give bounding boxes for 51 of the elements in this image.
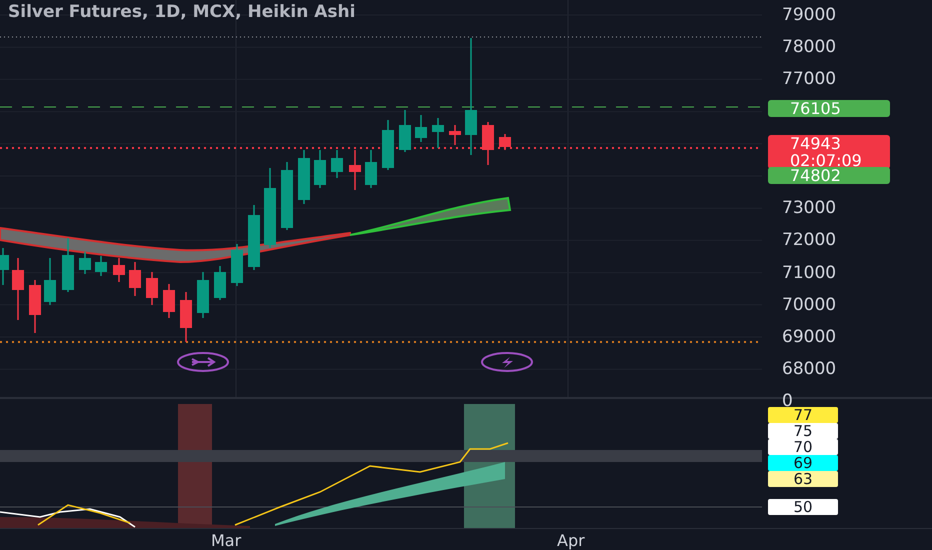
candle [248,205,260,270]
candle [197,272,209,318]
indicator-label: 69 [768,455,838,471]
candle [231,244,243,286]
candle [62,238,74,292]
price-label: 76105 [768,100,890,117]
indicator-label: 75 [768,423,838,439]
candle [449,125,461,145]
candle [349,150,361,190]
candle [113,258,125,282]
candle [482,122,494,165]
price-tick: 77000 [782,69,836,90]
candle [12,258,24,320]
lightning-icon[interactable] [480,351,534,373]
candle [298,150,310,204]
price-tick: 78000 [782,37,836,58]
candle [129,262,141,296]
indicator-label: 77 [768,407,838,423]
price-tick: 73000 [782,198,836,218]
candle [331,150,343,178]
price-tick: 71000 [782,262,836,283]
price-label: 74943 02:07:09 [768,135,890,169]
price-tick: 68000 [782,359,836,380]
candle [146,272,158,305]
price-tick: 79000 [782,5,836,25]
indicator-label: 50 [768,499,838,515]
candle [79,252,91,274]
candle [314,150,326,188]
indicator-label: 70 [768,439,838,455]
candle [29,280,41,333]
candle [44,258,56,305]
price-tick: 70000 [782,294,836,315]
price-tick: 72000 [782,230,836,250]
indicator-label: 63 [768,471,838,487]
candle [399,110,411,152]
candle [382,120,394,170]
time-tick: Mar [211,531,242,550]
candle [180,292,192,342]
candle [163,284,175,318]
candle [499,134,511,150]
candle [432,118,444,148]
candle [0,248,9,285]
candle [281,162,293,230]
candle [365,150,377,188]
price-label: 74802 [768,167,890,184]
candle [214,266,226,300]
candle [95,256,107,276]
chart-title: Silver Futures, 1D, MCX, Heikin Ashi [8,2,356,22]
candle [415,115,427,142]
price-tick: 69000 [782,327,836,347]
time-tick: Apr [557,531,585,550]
